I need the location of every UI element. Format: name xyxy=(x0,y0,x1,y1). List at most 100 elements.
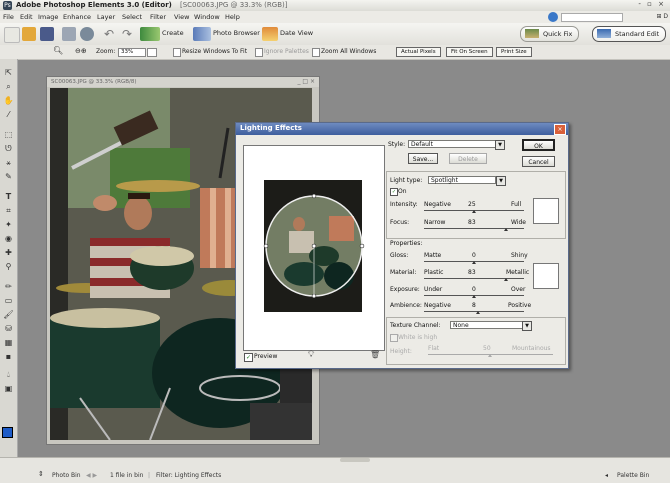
window-controls[interactable]: - ▫ × xyxy=(638,0,666,8)
online-services-icon[interactable] xyxy=(80,27,94,41)
marquee-tool-icon[interactable]: ⬚ xyxy=(3,129,14,140)
menu-file[interactable]: File xyxy=(3,13,14,21)
date-view-button[interactable]: Date View xyxy=(280,28,313,39)
zoom-in-icon[interactable]: 🔍︎ xyxy=(53,46,63,55)
trash-icon[interactable]: 🗑︎ xyxy=(370,350,380,359)
help-search-input[interactable] xyxy=(561,13,623,22)
light-type-chevron-icon[interactable]: ▼ xyxy=(496,176,506,186)
palette-bin-arrow-icon[interactable]: ◂ xyxy=(605,472,608,479)
zoom-tool-icon[interactable]: ⌕ xyxy=(3,81,14,92)
help-icon[interactable] xyxy=(548,12,558,22)
menu-image[interactable]: Image xyxy=(38,13,58,21)
hand-tool-icon[interactable]: ✋ xyxy=(3,95,14,106)
light-on-checkbox[interactable]: ✓ xyxy=(390,188,398,196)
light-type-select[interactable]: Spotlight xyxy=(428,176,496,184)
material-label: Material: xyxy=(390,269,417,276)
move-tool-icon[interactable]: ⇱ xyxy=(3,67,14,78)
zoom-input[interactable]: 33% xyxy=(118,48,146,57)
print-icon[interactable] xyxy=(62,27,76,41)
ambience-slider-handle[interactable] xyxy=(476,311,480,314)
photo-bin-grip[interactable] xyxy=(340,458,370,462)
foreground-color-swatch[interactable] xyxy=(2,427,13,438)
cookie-cutter-tool-icon[interactable]: ✦ xyxy=(3,219,14,230)
selection-brush-tool-icon[interactable]: ✎ xyxy=(3,171,14,182)
menu-right-text: ⊞ D xyxy=(656,13,668,20)
standard-edit-button[interactable]: Standard Edit xyxy=(592,26,667,42)
delete-style-button[interactable]: Delete xyxy=(449,153,487,164)
undo-icon[interactable]: ↶ xyxy=(102,27,116,41)
brush-tool-icon[interactable]: 🖌︎ xyxy=(3,309,14,320)
ambience-slider-track[interactable] xyxy=(424,311,524,312)
white-is-high-checkbox[interactable] xyxy=(390,334,398,342)
gloss-slider-handle[interactable] xyxy=(472,261,476,264)
light-bulb-icon[interactable]: 💡︎ xyxy=(308,350,314,360)
intensity-slider-handle[interactable] xyxy=(472,210,476,213)
create-button[interactable]: Create xyxy=(162,28,184,39)
photo-bin-nav-icon[interactable]: ◀ ▶ xyxy=(86,472,97,479)
ok-button[interactable]: OK xyxy=(522,139,555,151)
print-size-button[interactable]: Print Size xyxy=(496,47,532,57)
magic-wand-tool-icon[interactable]: ⚹ xyxy=(3,157,14,168)
exposure-slider-handle[interactable] xyxy=(472,295,476,298)
height-slider-handle[interactable] xyxy=(488,354,492,357)
sponge-tool-icon[interactable]: ▣ xyxy=(3,383,14,394)
preview-checkbox[interactable]: ✓ xyxy=(244,353,253,362)
gradient-tool-icon[interactable]: ▦ xyxy=(3,337,14,348)
close-icon[interactable]: × xyxy=(554,124,566,135)
pencil-tool-icon[interactable]: ✏ xyxy=(3,281,14,292)
save-style-button[interactable]: Save... xyxy=(408,153,438,164)
document-window-controls[interactable]: _ □ × xyxy=(297,78,315,85)
shape-tool-icon[interactable]: ▪ xyxy=(3,351,14,362)
dialog-title-bar: Lighting Effects xyxy=(236,123,568,135)
open-folder-icon[interactable] xyxy=(22,27,36,41)
focus-slider-track[interactable] xyxy=(424,228,524,229)
cancel-button[interactable]: Cancel xyxy=(522,156,555,167)
menu-view[interactable]: View xyxy=(174,13,189,21)
texture-channel-select[interactable]: None xyxy=(450,321,530,329)
paint-bucket-tool-icon[interactable]: ⛁ xyxy=(3,323,14,334)
red-eye-tool-icon[interactable]: ◉ xyxy=(3,233,14,244)
eyedropper-tool-icon[interactable]: ⁄ xyxy=(3,109,14,120)
photo-browser-icon[interactable] xyxy=(193,27,211,41)
clone-stamp-tool-icon[interactable]: ⚲ xyxy=(3,261,14,272)
lasso-tool-icon[interactable]: ᘎ xyxy=(3,143,14,154)
quick-fix-button[interactable]: Quick Fix xyxy=(520,26,580,42)
menu-window[interactable]: Window xyxy=(194,13,220,21)
new-file-icon[interactable] xyxy=(4,27,20,43)
photo-browser-button[interactable]: Photo Browser xyxy=(213,28,260,39)
actual-pixels-button[interactable]: Actual Pixels xyxy=(396,47,441,57)
menu-select[interactable]: Select xyxy=(122,13,142,21)
material-slider-handle[interactable] xyxy=(504,278,508,281)
style-dropdown-chevron-icon[interactable]: ▼ xyxy=(495,140,505,150)
zoom-all-checkbox[interactable] xyxy=(312,48,320,57)
eraser-tool-icon[interactable]: ▭ xyxy=(3,295,14,306)
preview-area[interactable] xyxy=(243,145,385,351)
menu-edit[interactable]: Edit xyxy=(20,13,33,21)
blur-tool-icon[interactable]: 💧︎ xyxy=(3,369,14,380)
photo-bin-label[interactable]: Photo Bin xyxy=(52,472,81,479)
fit-on-screen-button[interactable]: Fit On Screen xyxy=(446,47,493,57)
redo-icon[interactable]: ↷ xyxy=(120,27,134,41)
menu-layer[interactable]: Layer xyxy=(97,13,115,21)
photo-bin-arrow-icon[interactable]: ⇕ xyxy=(38,470,44,478)
light-color-swatch[interactable] xyxy=(533,198,559,224)
menu-enhance[interactable]: Enhance xyxy=(63,13,91,21)
focus-slider-handle[interactable] xyxy=(504,228,508,231)
palette-bin-label[interactable]: Palette Bin xyxy=(617,472,649,479)
save-icon[interactable] xyxy=(40,27,54,41)
type-tool-icon[interactable]: T xyxy=(3,191,14,202)
ambient-color-swatch[interactable] xyxy=(533,263,559,289)
zoom-arrow-button[interactable] xyxy=(147,48,157,57)
menu-filter[interactable]: Filter xyxy=(150,13,166,21)
create-icon[interactable] xyxy=(140,27,160,41)
texture-channel-chevron-icon[interactable]: ▼ xyxy=(522,321,532,331)
date-view-icon[interactable] xyxy=(262,27,278,41)
style-select[interactable]: Default xyxy=(408,140,503,148)
healing-brush-tool-icon[interactable]: ✚ xyxy=(3,247,14,258)
zoom-out-icon[interactable]: ⊖⊕ xyxy=(75,47,87,55)
menu-help[interactable]: Help xyxy=(225,13,240,21)
crop-tool-icon[interactable]: ⌗ xyxy=(3,205,14,216)
resize-windows-checkbox[interactable] xyxy=(173,48,181,57)
material-slider-track[interactable] xyxy=(424,278,524,279)
ignore-palettes-checkbox[interactable] xyxy=(255,48,263,57)
